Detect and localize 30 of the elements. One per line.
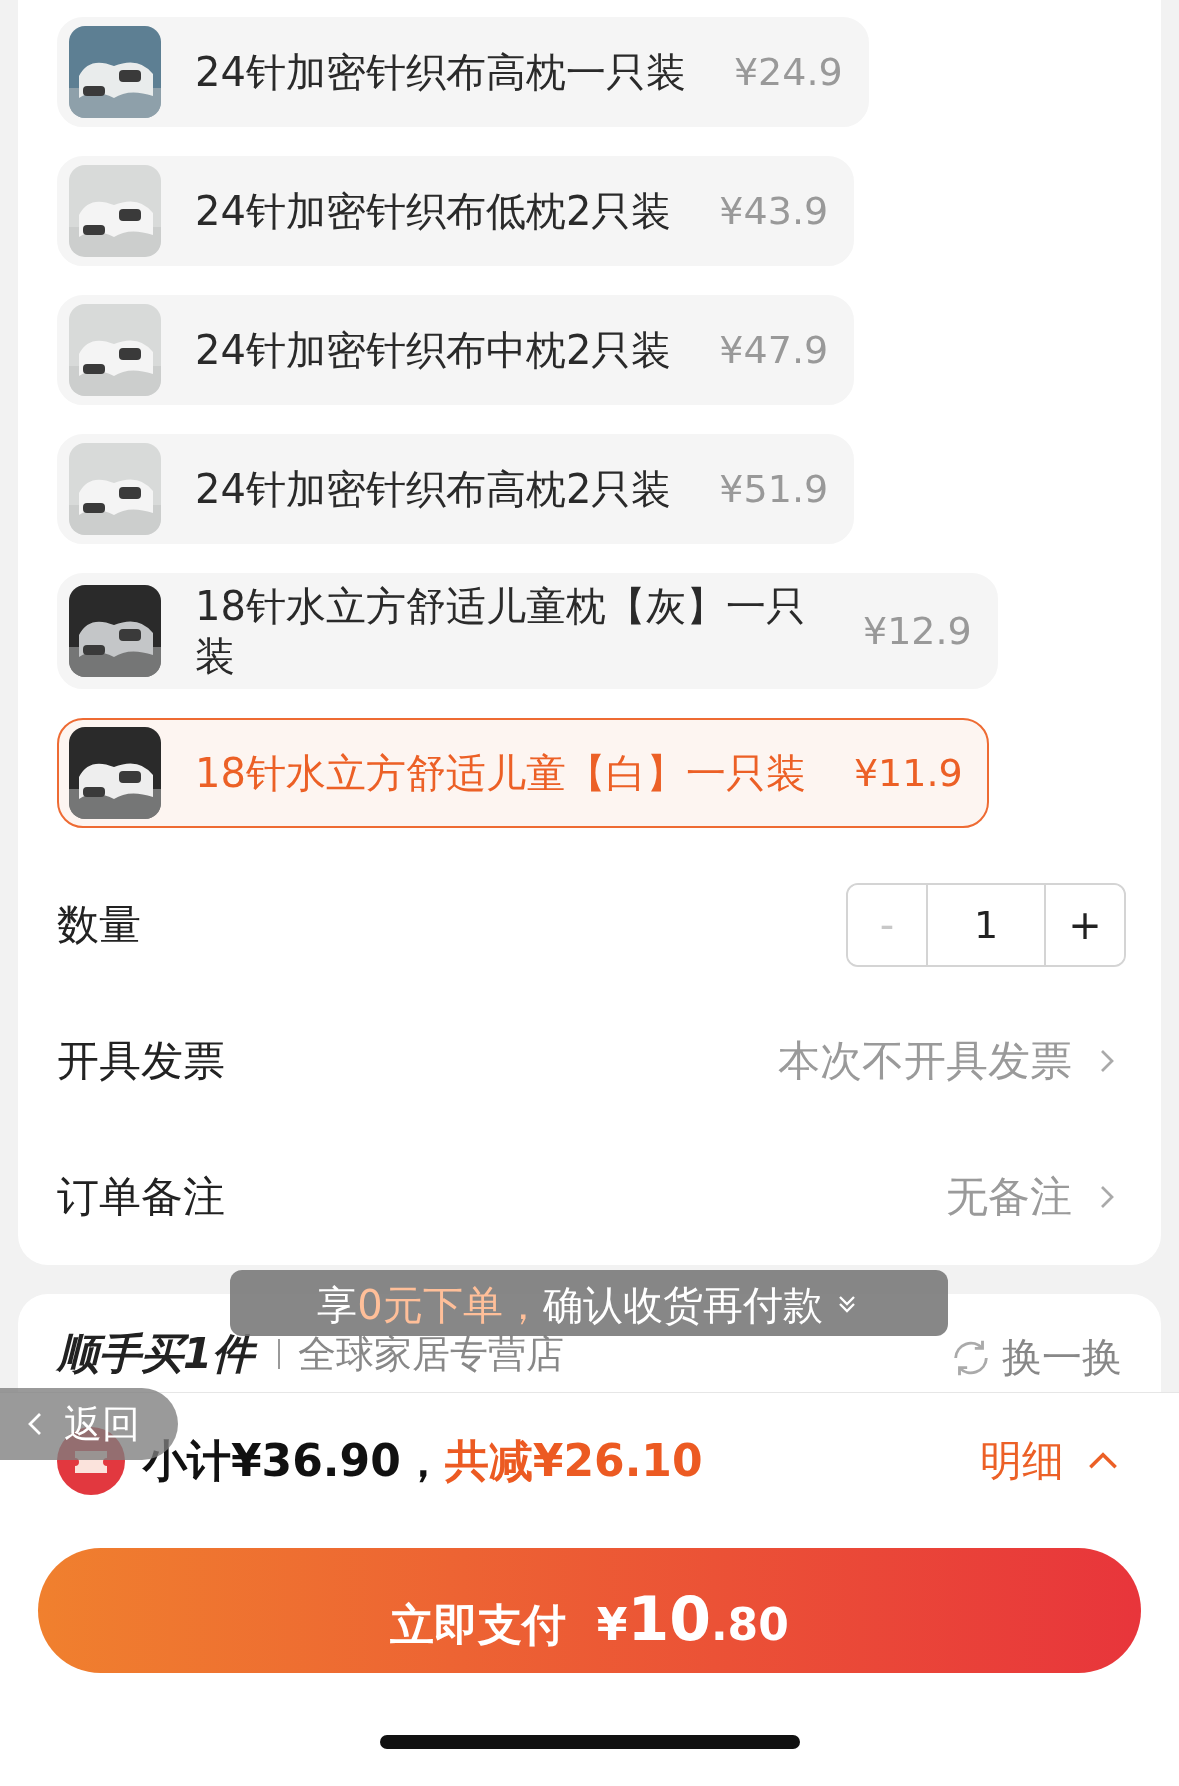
- option-chip[interactable]: 24针加密针织布高枕一只装 ¥24.9: [57, 17, 869, 127]
- option-price: ¥43.9: [719, 189, 829, 233]
- quantity-label: 数量: [57, 899, 141, 951]
- setting-label: 订单备注: [57, 1171, 225, 1223]
- store-name: 全球家居专营店: [298, 1332, 565, 1376]
- option-name: 24针加密针织布高枕2只装: [195, 465, 672, 514]
- option-chip[interactable]: 24针加密针织布中枕2只装 ¥47.9: [57, 295, 855, 405]
- option-price: ¥11.9: [853, 751, 963, 795]
- option-chip[interactable]: 24针加密针织布低枕2只装 ¥43.9: [57, 156, 855, 266]
- toast-text: 享0元下单，确认收货再付款: [317, 1281, 823, 1330]
- setting-value[interactable]: 本次不开具发票: [778, 1033, 1072, 1089]
- setting-label: 开具发票: [57, 1035, 225, 1087]
- option-price: ¥51.9: [719, 467, 829, 511]
- option-chip[interactable]: 18针水立方舒适儿童枕【灰】一只装 ¥12.9: [57, 573, 998, 689]
- option-name: 18针水立方舒适儿童枕【灰】一只装: [195, 582, 807, 681]
- option-name: 24针加密针织布低枕2只装: [195, 187, 672, 236]
- option-name: 24针加密针织布中枕2只装: [195, 326, 672, 375]
- option-name: 18针水立方舒适儿童【白】一只装: [195, 749, 806, 798]
- option-price: ¥12.9: [863, 609, 972, 653]
- option-price: ¥47.9: [719, 328, 829, 372]
- add-on-title: 顺手买1件: [57, 1330, 261, 1378]
- refresh-button[interactable]: 换一换: [1002, 1330, 1122, 1385]
- pay-button[interactable]: 立即支付 ¥10.80: [38, 1548, 1141, 1673]
- option-price: ¥24.9: [733, 50, 843, 94]
- details-button[interactable]: 明细: [980, 1433, 1122, 1489]
- option-chip[interactable]: 24针加密针织布高枕2只装 ¥51.9: [57, 434, 855, 544]
- option-chip[interactable]: 18针水立方舒适儿童【白】一只装 ¥11.9: [57, 718, 989, 828]
- discount-text: 共减¥26.10: [444, 1433, 703, 1488]
- option-name: 24针加密针织布高枕一只装: [195, 48, 686, 97]
- setting-value[interactable]: 无备注: [946, 1169, 1072, 1225]
